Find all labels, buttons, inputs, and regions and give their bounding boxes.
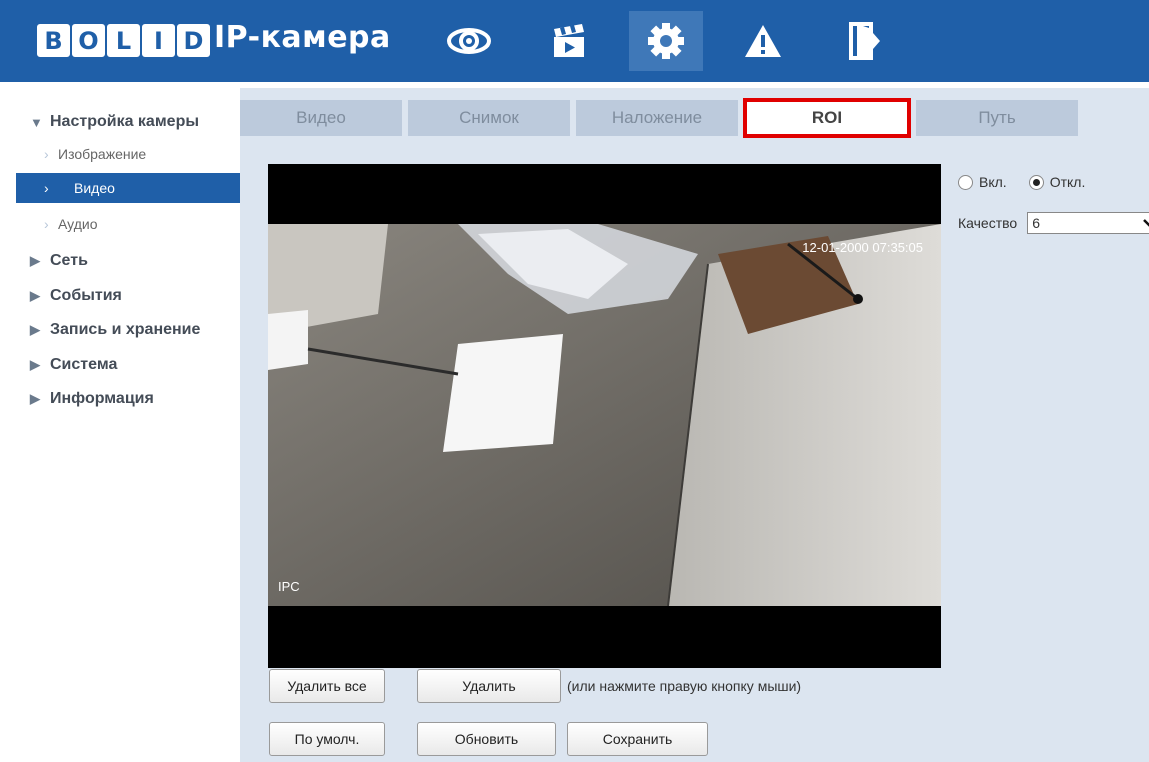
sidebar-item-camera-settings[interactable]: ▼ Настройка камеры — [0, 107, 240, 137]
nav-alarm-button[interactable] — [726, 11, 800, 71]
logo-letter: D — [177, 24, 210, 57]
camera-image[interactable]: 12-01-2000 07:35:05 IPC — [268, 224, 941, 606]
roi-enable-group: Вкл. Откл. — [958, 174, 1107, 190]
quality-row: Качество 6 — [958, 212, 1149, 234]
nav-logout-button[interactable] — [828, 11, 902, 71]
triangle-right-icon: ▶ — [30, 391, 40, 406]
sidebar-item-label: Запись и хранение — [50, 321, 201, 338]
sidebar-item-events[interactable]: ▶ События — [0, 281, 240, 311]
roi-on-label: Вкл. — [979, 174, 1007, 190]
header-bar: B O L I D IP-камера — [0, 0, 1149, 82]
sidebar-item-info[interactable]: ▶ Информация — [0, 384, 240, 414]
warning-icon — [745, 25, 781, 57]
quality-label: Качество — [958, 215, 1018, 231]
logout-icon — [849, 22, 880, 60]
chevron-right-icon: › — [44, 180, 49, 196]
sidebar-item-label: События — [50, 287, 122, 304]
triangle-right-icon: ▶ — [30, 357, 40, 372]
osd-timestamp: 12-01-2000 07:35:05 — [802, 240, 923, 255]
tab-overlay[interactable]: Наложение — [576, 100, 738, 136]
quality-value: 6 — [1032, 215, 1040, 231]
sidebar-item-label: Сеть — [50, 252, 88, 269]
sidebar-item-image[interactable]: › Изображение — [0, 140, 240, 168]
chevron-right-icon: › — [44, 216, 49, 232]
roi-off-radio[interactable]: Откл. — [1028, 174, 1086, 190]
triangle-right-icon: ▶ — [30, 322, 40, 337]
bolid-logo: B O L I D — [37, 22, 212, 59]
roi-off-label: Откл. — [1049, 174, 1086, 190]
sidebar-item-system[interactable]: ▶ Система — [0, 350, 240, 380]
sidebar-item-label: Аудио — [58, 216, 98, 232]
right-click-hint: (или нажмите правую кнопку мыши) — [567, 678, 802, 694]
quality-select[interactable]: 6 — [1027, 212, 1149, 234]
tab-bar: Видео Снимок Наложение ROI Путь — [240, 98, 1149, 138]
save-button[interactable]: Сохранить — [567, 722, 708, 756]
app-title: IP-камера — [214, 20, 391, 55]
radio-button[interactable] — [958, 174, 973, 190]
sidebar-item-label: Изображение — [58, 146, 147, 162]
eye-icon — [447, 28, 491, 54]
refresh-button[interactable]: Обновить — [417, 722, 556, 756]
tab-roi[interactable]: ROI — [743, 98, 911, 138]
nav-settings-button[interactable] — [629, 11, 703, 71]
roi-on-radio[interactable]: Вкл. — [958, 174, 1007, 190]
sidebar-item-label: Настройка камеры — [50, 113, 199, 130]
nav-live-view-button[interactable] — [432, 11, 506, 71]
sidebar-item-label: Информация — [50, 390, 154, 407]
sidebar-item-label: Видео — [74, 180, 115, 196]
gear-icon — [648, 23, 684, 59]
logo-letter: O — [72, 24, 105, 57]
clapperboard-icon — [554, 24, 584, 57]
video-preview[interactable]: 12-01-2000 07:35:05 IPC — [268, 164, 941, 668]
tab-video[interactable]: Видео — [240, 100, 402, 136]
sidebar-item-storage[interactable]: ▶ Запись и хранение — [0, 315, 240, 345]
triangle-right-icon: ▶ — [30, 288, 40, 303]
main-panel: Видео Снимок Наложение ROI Путь 12-01-20… — [240, 88, 1149, 762]
tab-snapshot[interactable]: Снимок — [408, 100, 570, 136]
delete-button[interactable]: Удалить — [417, 669, 561, 703]
sidebar-item-network[interactable]: ▶ Сеть — [0, 246, 240, 276]
delete-all-button[interactable]: Удалить все — [269, 669, 385, 703]
logo-letter: B — [37, 24, 70, 57]
sidebar: ▼ Настройка камеры › Изображение › Видео… — [0, 88, 240, 762]
sidebar-item-label: Система — [50, 356, 118, 373]
sidebar-item-audio[interactable]: › Аудио — [0, 210, 240, 238]
camera-scene-image — [268, 224, 941, 606]
logo-letter: I — [142, 24, 175, 57]
chevron-down-icon — [1143, 219, 1149, 227]
tab-path[interactable]: Путь — [916, 100, 1078, 136]
logo-letter: L — [107, 24, 140, 57]
sidebar-item-video[interactable]: › Видео — [16, 173, 240, 203]
default-button[interactable]: По умолч. — [269, 722, 385, 756]
nav-playback-button[interactable] — [532, 11, 606, 71]
chevron-right-icon: › — [44, 146, 49, 162]
radio-button[interactable] — [1028, 174, 1044, 190]
osd-channel-name: IPC — [278, 579, 300, 594]
triangle-down-icon: ▼ — [30, 114, 43, 130]
triangle-right-icon: ▶ — [30, 253, 40, 268]
